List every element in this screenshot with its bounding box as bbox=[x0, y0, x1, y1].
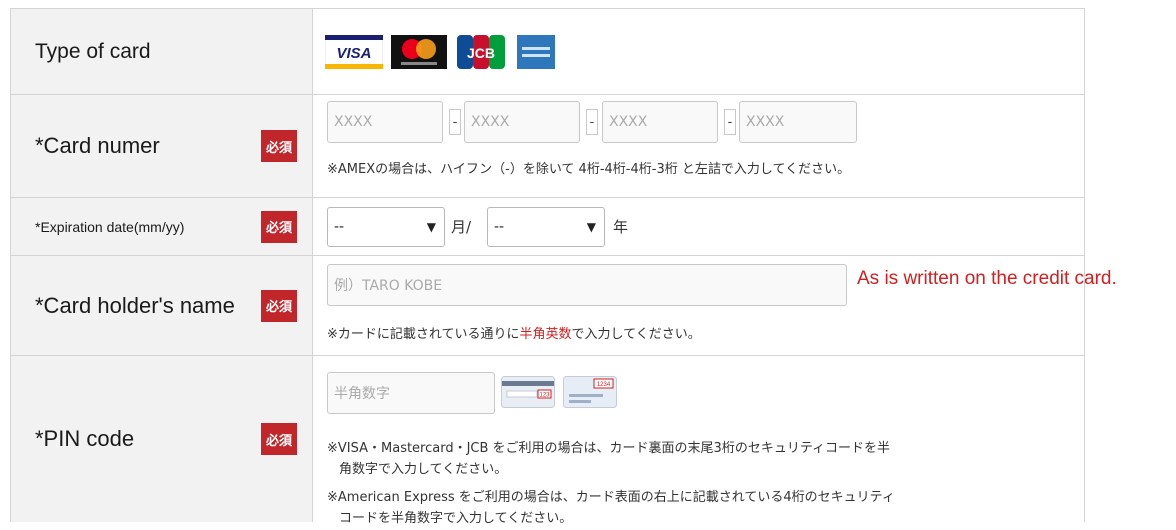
separator: - bbox=[449, 109, 461, 135]
type-of-card-label: Type of card bbox=[35, 39, 151, 63]
pin-note-visa-line2: 角数字で入力してください。 bbox=[339, 462, 508, 477]
label-cell: *Expiration date(mm/yy) 必須 bbox=[11, 198, 313, 255]
separator: - bbox=[586, 109, 598, 135]
required-badge: 必須 bbox=[261, 423, 297, 455]
card-number-field-2[interactable]: XXXX bbox=[464, 101, 580, 143]
year-unit: 年 bbox=[613, 218, 629, 236]
month-value: -- bbox=[334, 219, 345, 235]
svg-text:JCB: JCB bbox=[467, 45, 495, 61]
note-text: で入力してください。 bbox=[571, 327, 701, 342]
value-cell: -- ▼ 月/ -- ▼ 年 bbox=[313, 198, 1085, 255]
card-front-code: 1234 bbox=[597, 382, 611, 388]
row-pin-code: *PIN code 必須 半角数字 123 1234 ※VISA・Masterc… bbox=[11, 356, 1085, 526]
value-cell: VISA JCB bbox=[313, 9, 1085, 94]
card-holder-label: *Card holder's name bbox=[35, 292, 235, 318]
row-card-number: *Card numer 必須 XXXX - XXXX - XXXX - XXXX… bbox=[11, 95, 1085, 198]
separator: - bbox=[724, 109, 736, 135]
value-cell: XXXX - XXXX - XXXX - XXXX ※AMEXの場合は、ハイフン… bbox=[313, 95, 1085, 197]
chevron-down-icon: ▼ bbox=[586, 220, 596, 234]
card-back-cvv-icon: 123 bbox=[501, 376, 555, 408]
card-number-field-1[interactable]: XXXX bbox=[327, 101, 443, 143]
pin-code-label: *PIN code bbox=[35, 426, 135, 451]
note-highlight: 半角英数 bbox=[519, 327, 572, 342]
pin-note-amex-line1: ※American Express をご利用の場合は、カード表面の右上に記載され… bbox=[327, 490, 895, 505]
label-cell: Type of card bbox=[11, 9, 313, 94]
credit-card-annotation: As is written on the credit card. bbox=[857, 268, 1117, 289]
row-type-of-card: Type of card VISA JCB bbox=[11, 9, 1085, 95]
mastercard-logo-icon bbox=[391, 35, 447, 69]
required-badge: 必須 bbox=[261, 130, 297, 162]
label-cell: *Card holder's name 必須 bbox=[11, 256, 313, 355]
month-unit: 月/ bbox=[451, 218, 472, 236]
note-text: ※カードに記載されている通りに bbox=[327, 327, 520, 342]
payment-form: Type of card VISA JCB *Card numer 必須 XXX… bbox=[10, 8, 1085, 526]
card-holder-name-input[interactable]: 例）TARO KOBE bbox=[327, 264, 847, 306]
pin-note-visa-line1: ※VISA・Mastercard・JCB をご利用の場合は、カード裏面の末尾3桁… bbox=[327, 441, 891, 456]
pin-note-amex-line2: コードを半角数字で入力してください。 bbox=[339, 511, 573, 526]
row-expiration: *Expiration date(mm/yy) 必須 -- ▼ 月/ -- ▼ … bbox=[11, 198, 1085, 256]
card-back-code: 123 bbox=[539, 393, 550, 399]
card-number-field-3[interactable]: XXXX bbox=[602, 101, 718, 143]
jcb-logo-icon: JCB bbox=[457, 35, 505, 69]
chevron-down-icon: ▼ bbox=[426, 220, 436, 234]
card-number-note: ※AMEXの場合は、ハイフン（-）を除いて 4桁-4桁-4桁-3桁 と左詰で入力… bbox=[327, 162, 851, 177]
svg-text:VISA: VISA bbox=[336, 45, 371, 62]
expiration-label: *Expiration date(mm/yy) bbox=[35, 218, 185, 235]
label-cell: *Card numer 必須 bbox=[11, 95, 313, 197]
year-value: -- bbox=[494, 219, 505, 235]
card-front-cvv-icon: 1234 bbox=[563, 376, 617, 408]
expiration-month-select[interactable]: -- ▼ bbox=[327, 207, 445, 247]
value-cell: 半角数字 123 1234 ※VISA・Mastercard・JCB をご利用の… bbox=[313, 356, 1085, 526]
amex-logo-icon bbox=[517, 35, 555, 69]
visa-logo-icon: VISA bbox=[325, 35, 383, 69]
card-number-label: *Card numer bbox=[35, 133, 160, 158]
card-holder-note: ※カードに記載されている通りに半角英数で入力してください。 bbox=[327, 324, 701, 346]
required-badge: 必須 bbox=[261, 210, 297, 243]
card-number-field-4[interactable]: XXXX bbox=[739, 101, 857, 143]
expiration-year-select[interactable]: -- ▼ bbox=[487, 207, 605, 247]
label-cell: *PIN code 必須 bbox=[11, 356, 313, 522]
pin-code-input[interactable]: 半角数字 bbox=[327, 372, 495, 414]
required-badge: 必須 bbox=[261, 289, 297, 322]
